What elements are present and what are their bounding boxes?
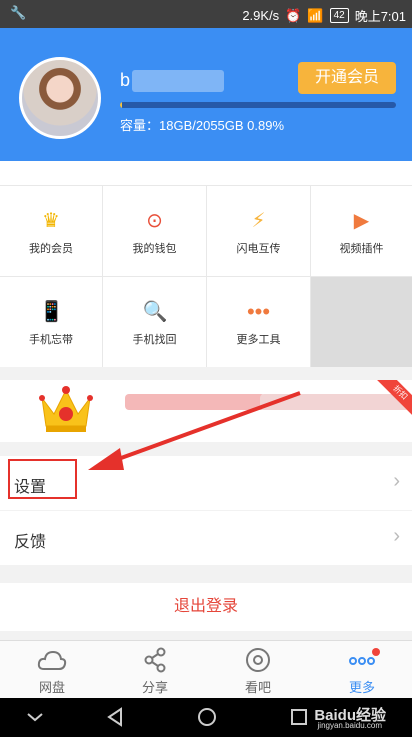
video-icon: ▶ [353,210,370,232]
battery-indicator: 42 [329,8,349,23]
open-vip-button[interactable]: 开通会员 [298,62,396,94]
tool-label: 我的钱包 [132,243,177,255]
tab-label: 看吧 [244,680,271,695]
chevron-right-icon: › [393,470,400,492]
banner-text-redaction [125,394,265,410]
tool-video-plugin[interactable]: ▶ 视频插件 [311,186,412,276]
tool-my-vip[interactable]: ♛ 我的会员 [0,186,102,276]
notification-dot [372,648,380,656]
clock: 晚上7:01 [354,9,406,24]
tool-phone-find[interactable]: 🔍 手机找回 [103,277,206,367]
tool-label: 视频插件 [339,243,384,255]
username-redaction [132,70,224,92]
tab-more[interactable]: 更多 [322,647,402,696]
phone-lock-icon: 📱 [39,301,64,323]
storage-progress-bar [120,102,396,108]
tool-empty-slot [311,277,412,367]
status-bar: 🔧 2.9K/s ⏰ 📶 42 晚上7:01 [0,0,412,28]
share-icon [144,647,166,673]
feedback-label: 反馈 [14,534,47,551]
logout-button[interactable]: 退出登录 [0,583,412,631]
storage-capacity-text: 容量：18GB/2055GB 0.89% [120,118,285,133]
tool-label: 手机找回 [132,334,177,346]
tool-more[interactable]: ••• 更多工具 [207,277,310,367]
wifi-icon: 📶 [307,7,324,23]
bottom-tab-bar: 网盘 分享 看吧 更多 [0,640,412,698]
watermark-url: jingyan.baidu.com [317,721,382,730]
feedback-row[interactable]: 反馈 › [0,511,412,565]
lightning-icon: ⚡ [251,210,266,232]
system-nav-bar: Baidu经验 jingyan.baidu.com [0,698,412,737]
more-dots-icon: ••• [246,299,271,324]
crown-icon [39,386,93,432]
wallet-icon: ⊙ [146,210,163,232]
tools-grid: ♛ 我的会员 ⊙ 我的钱包 ⚡ 闪电互传 ▶ 视频插件 📱 手机忘带 🔍 手机找… [0,161,412,367]
chevron-down-icon[interactable] [26,711,44,723]
tab-share[interactable]: 分享 [115,647,195,696]
profile-header: b 开通会员 容量：18GB/2055GB 0.89% [0,28,412,161]
avatar[interactable] [19,57,101,139]
storage-progress-fill [120,102,123,108]
home-icon[interactable] [197,707,217,727]
tool-label: 更多工具 [236,334,281,346]
promo-banner[interactable]: 折扣 [0,380,412,442]
alarm-icon: ⏰ [285,7,302,23]
tab-netdisk[interactable]: 网盘 [12,647,92,696]
username: b [120,70,131,90]
chevron-right-icon: › [393,525,400,547]
tool-label: 我的会员 [29,243,73,255]
tool-my-wallet[interactable]: ⊙ 我的钱包 [103,186,206,276]
crown-icon: ♛ [42,210,60,232]
tab-label: 分享 [141,680,168,695]
wrench-icon: 🔧 [10,5,27,20]
eye-icon [246,648,270,672]
banner-subtext-redaction [260,394,410,410]
tools-row-partial [0,161,412,185]
recents-icon[interactable] [290,708,308,726]
highlight-box [8,459,77,499]
tool-label: 手机忘带 [29,334,73,346]
back-icon[interactable] [105,707,125,727]
tool-flash-transfer[interactable]: ⚡ 闪电互传 [207,186,310,276]
network-speed: 2.9K/s [242,8,280,23]
tab-watch[interactable]: 看吧 [218,647,298,696]
phone-search-icon: 🔍 [142,301,168,323]
cloud-icon [37,650,67,670]
tool-phone-forgot[interactable]: 📱 手机忘带 [0,277,102,367]
tab-label: 网盘 [38,680,65,695]
tab-label: 更多 [348,680,375,695]
tool-label: 闪电互传 [236,243,281,255]
